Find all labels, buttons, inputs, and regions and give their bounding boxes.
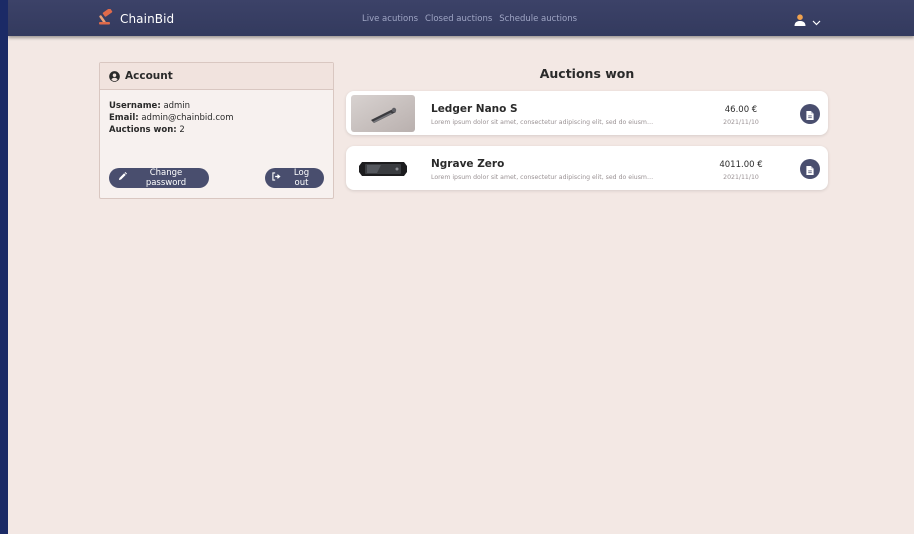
auctions-won-label: Auctions won: [109,125,177,135]
logout-label: Log out [293,168,310,188]
gavel-icon [98,8,116,29]
item-price: 46.00 € [724,105,758,115]
username-label: Username: [109,101,161,111]
email-value: admin@chainbid.com [141,113,234,123]
nav-link-closed-auctions[interactable]: Closed auctions [425,14,492,24]
pencil-icon [118,172,127,184]
invoice-button[interactable] [800,104,820,124]
file-icon [806,105,814,124]
app-frame: ChainBid Live acutions Closed auctions S… [8,0,914,534]
change-password-label: Change password [145,168,187,188]
item-description: Lorem ipsum dolor sit amet, consectetur … [431,174,654,181]
account-info: Username: admin Email: admin@chainbid.co… [100,90,333,136]
user-circle-icon [109,67,120,86]
auctions-won-title: Auctions won [539,66,635,81]
change-password-button[interactable]: Change password [109,168,209,188]
chevron-down-icon [812,11,821,30]
sign-out-icon [272,172,281,184]
product-thumbnail [351,150,415,187]
nav-links: Live acutions Closed auctions Schedule a… [362,14,577,24]
brand-name: ChainBid [120,12,175,26]
account-header: Account [100,63,333,90]
user-icon [794,11,806,30]
item-date: 2021/11/10 [723,174,759,181]
auction-item[interactable]: Ngrave Zero Lorem ipsum dolor sit amet, … [346,146,828,190]
auctions-won-row: Auctions won: 2 [109,124,324,136]
file-icon [806,160,814,179]
item-date: 2021/11/10 [723,119,759,126]
nav-link-schedule-auctions[interactable]: Schedule auctions [499,14,577,24]
nav-link-live-auctions[interactable]: Live acutions [362,14,418,24]
account-card: Account Username: admin Email: admin@cha… [99,62,334,199]
username-value: admin [163,101,191,111]
item-name: Ngrave Zero [431,158,505,170]
user-menu[interactable] [794,11,821,30]
brand-link[interactable]: ChainBid [98,8,175,29]
navbar: ChainBid Live acutions Closed auctions S… [8,0,914,36]
email-label: Email: [109,113,139,123]
email-row: Email: admin@chainbid.com [109,112,324,124]
username-row: Username: admin [109,100,324,112]
product-thumbnail [351,95,415,132]
item-price: 4011.00 € [719,160,763,170]
item-description: Lorem ipsum dolor sit amet, consectetur … [431,119,654,126]
item-name: Ledger Nano S [431,103,518,115]
logout-button[interactable]: Log out [265,168,324,188]
auction-item[interactable]: Ledger Nano S Lorem ipsum dolor sit amet… [346,91,828,135]
account-title: Account [125,70,173,82]
invoice-button[interactable] [800,159,820,179]
auctions-won-value: 2 [179,125,185,135]
